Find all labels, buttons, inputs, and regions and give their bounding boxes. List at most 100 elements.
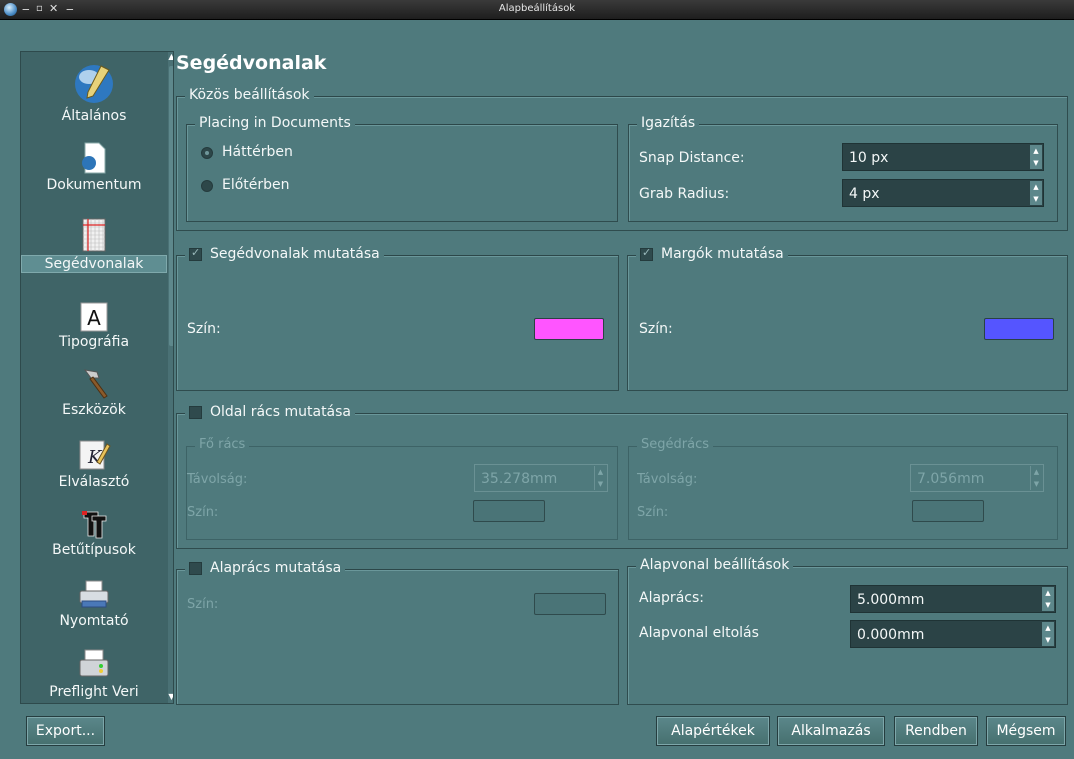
document-icon [82, 142, 106, 174]
group-legend: Segédrács [637, 437, 713, 452]
baseline-offset-value: 0.000mm [857, 627, 925, 643]
sidebar-item-guides[interactable]: Segédvonalak [21, 217, 167, 273]
window-title: Alapbeállítások [498, 3, 576, 14]
font-icon [82, 511, 107, 539]
major-grid-group: Fő rács [186, 437, 618, 540]
grab-radius-spinbox[interactable]: 4 px ▲ ▼ [842, 179, 1044, 207]
sidebar-item-preflight[interactable]: Preflight Veri [21, 648, 167, 700]
defaults-button[interactable]: Alapértékek [656, 716, 770, 746]
svg-text:A: A [87, 306, 101, 330]
ok-button[interactable]: Rendben [894, 716, 978, 746]
baseline-grid-field-label: Alaprács: [639, 590, 704, 606]
grab-radius-label: Grab Radius: [639, 186, 730, 202]
sidebar-item-label: Dokumentum [46, 177, 142, 193]
baseline-color-swatch[interactable] [534, 593, 606, 615]
group-legend: Oldal rács mutatása [185, 404, 356, 420]
guides-icon [82, 218, 106, 252]
sidebar-item-typography[interactable]: A Tipográfia [21, 302, 167, 350]
spin-buttons[interactable]: ▲ ▼ [1030, 181, 1042, 205]
baseline-grid-spinbox[interactable]: 5.000mm ▲ ▼ [850, 585, 1056, 613]
spin-buttons[interactable]: ▲ ▼ [1030, 145, 1042, 169]
sidebar-item-hyphenator[interactable]: K Elválasztó [21, 438, 167, 490]
foreground-radio[interactable] [201, 180, 213, 192]
grab-radius-value: 4 px [849, 186, 880, 202]
margins-color-swatch[interactable] [984, 318, 1054, 340]
spin-buttons[interactable]: ▲ ▼ [594, 466, 606, 490]
major-color-label: Szín: [187, 505, 219, 520]
margins-color-label: Szín: [639, 321, 673, 337]
show-margins-label: Margók mutatása [661, 246, 784, 262]
group-legend: Alapvonal beállítások [636, 557, 794, 573]
snap-distance-label: Snap Distance: [639, 150, 745, 166]
baseline-offset-label: Alapvonal eltolás [639, 625, 759, 641]
sidebar-item-fonts[interactable]: Betűtípusok [21, 508, 167, 558]
sidebar-item-label: Nyomtató [59, 613, 129, 629]
group-legend: Placing in Documents [195, 115, 355, 131]
sidebar-item-general[interactable]: Általános [21, 60, 167, 124]
baseline-grid-value: 5.000mm [857, 592, 925, 608]
sidebar-item-label: Eszközök [62, 402, 126, 418]
group-legend: Fő rács [195, 437, 250, 452]
minor-distance-value: 7.056mm [917, 471, 985, 487]
spin-buttons[interactable]: ▲ ▼ [1042, 587, 1054, 611]
baseline-grid-group: Alaprács mutatása [176, 560, 619, 705]
minor-grid-group: Segédrács [628, 437, 1058, 540]
show-guides-label: Segédvonalak mutatása [210, 246, 380, 262]
sidebar-item-label: Elválasztó [58, 474, 130, 490]
group-legend: Segédvonalak mutatása [185, 246, 384, 262]
title-bar: ‒ ▫ ✕ ‒ Alapbeállítások [0, 0, 1074, 20]
baseline-offset-spinbox[interactable]: 0.000mm ▲ ▼ [850, 620, 1056, 648]
guides-color-swatch[interactable] [534, 318, 604, 340]
sidebar-item-label: Segédvonalak [21, 255, 167, 273]
major-distance-spinbox[interactable]: 35.278mm ▲ ▼ [474, 464, 608, 492]
sidebar-item-label: Általános [61, 108, 127, 124]
apply-button[interactable]: Alkalmazás [777, 716, 885, 746]
placing-group: Placing in Documents [186, 115, 618, 222]
snap-distance-spinbox[interactable]: 10 px ▲ ▼ [842, 143, 1044, 171]
background-label: Háttérben [222, 144, 293, 160]
spin-buttons[interactable]: ▲ ▼ [1042, 622, 1054, 646]
alignment-group: Igazítás [628, 115, 1058, 222]
scroll-up-icon[interactable]: ▲ [168, 52, 173, 64]
snap-distance-value: 10 px [849, 150, 889, 166]
scroll-thumb[interactable] [169, 66, 173, 346]
globe-pen-icon [75, 65, 113, 103]
major-color-swatch[interactable] [473, 500, 545, 522]
sidebar-item-label: Tipográfia [58, 334, 130, 350]
page-grid-checkbox[interactable] [189, 405, 202, 419]
group-legend: Közös beállítások [185, 87, 314, 103]
spin-buttons[interactable]: ▲ ▼ [1030, 466, 1042, 490]
baseline-grid-checkbox[interactable] [189, 561, 202, 575]
baseline-grid-label: Alaprács mutatása [210, 560, 342, 576]
cancel-button[interactable]: Mégsem [986, 716, 1066, 746]
printer-icon [79, 580, 109, 608]
sidebar-item-tools[interactable]: Eszközök [21, 366, 167, 418]
sidebar-item-label: Preflight Veri [49, 684, 139, 700]
group-legend: Margók mutatása [636, 246, 788, 262]
show-guides-checkbox[interactable] [189, 246, 202, 261]
major-distance-label: Távolság: [187, 472, 248, 487]
pen-k-icon: K [79, 440, 111, 470]
guides-color-label: Szín: [187, 321, 221, 337]
minor-distance-spinbox[interactable]: 7.056mm ▲ ▼ [910, 464, 1044, 492]
background-radio[interactable] [201, 147, 213, 159]
group-legend: Alaprács mutatása [185, 560, 346, 576]
minor-color-label: Szín: [637, 505, 669, 520]
sidebar-scrollbar[interactable]: ▲ ▼ [168, 52, 173, 703]
export-button[interactable]: Export... [26, 716, 105, 746]
sidebar: Általános Dokumentum Segédvonalak A Tipo… [20, 51, 174, 704]
group-legend: Igazítás [637, 115, 700, 131]
baseline-color-label: Szín: [187, 597, 219, 612]
minor-distance-label: Távolság: [637, 472, 698, 487]
major-distance-value: 35.278mm [481, 471, 558, 487]
preflight-icon [79, 649, 109, 677]
minor-color-swatch[interactable] [912, 500, 984, 522]
sidebar-item-document[interactable]: Dokumentum [21, 141, 167, 193]
page-title: Segédvonalak [176, 52, 327, 74]
show-margins-checkbox[interactable] [640, 246, 653, 261]
scroll-down-icon[interactable]: ▼ [168, 692, 173, 703]
page-grid-label: Oldal rács mutatása [210, 404, 352, 420]
hammer-icon [83, 369, 108, 399]
letter-a-icon: A [80, 302, 108, 332]
sidebar-item-printer[interactable]: Nyomtató [21, 579, 167, 629]
